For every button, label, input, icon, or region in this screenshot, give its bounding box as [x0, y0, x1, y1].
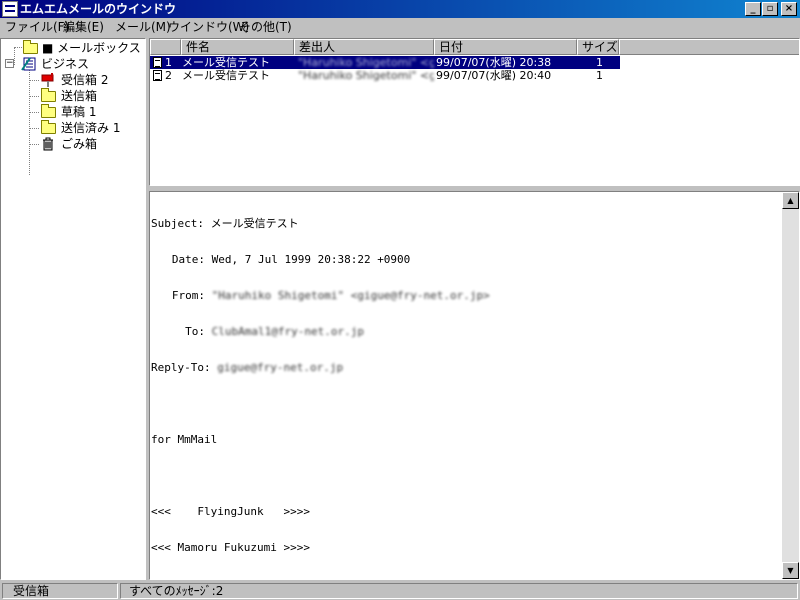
close-button[interactable]: ×: [781, 2, 797, 16]
vertical-scrollbar[interactable]: ▲ ▼: [782, 192, 799, 579]
folder-tree[interactable]: ■ メールボックス − ビジネス 受信箱 2 送信箱 草稿 1 送信済み 1 ご…: [0, 38, 146, 580]
menu-edit[interactable]: 編集(E): [62, 20, 105, 35]
tree-label: 受信箱 2: [61, 73, 109, 87]
folder-icon: [41, 88, 56, 102]
signature-line: <<< FlyingJunk >>>>: [151, 505, 310, 518]
scroll-down-arrow-icon[interactable]: ▼: [782, 562, 799, 579]
menu-file[interactable]: ファイル(F): [4, 20, 70, 35]
tree-label: ■ メールボックス: [42, 41, 141, 55]
title-bar[interactable]: エムエムメールのウインドウ _ ▫ ×: [0, 0, 800, 18]
message-sender: "Haruhiko Shigetomi" <gi..: [298, 56, 434, 69]
minimize-button[interactable]: _: [745, 2, 761, 16]
column-header-icon[interactable]: [150, 39, 181, 55]
header-from: From: "Haruhiko Shigetomi" <gigue@fry-ne…: [171, 289, 490, 302]
status-message-count: すべてのﾒｯｾｰｼﾞ:2: [120, 583, 798, 599]
message-sender: "Haruhiko Shigetomi" <gi..: [298, 69, 434, 82]
maximize-button[interactable]: ▫: [762, 2, 778, 16]
message-body[interactable]: Subject: メール受信テスト Date: Wed, 7 Jul 1999 …: [151, 194, 777, 578]
message-number: 1: [165, 56, 172, 69]
notebook-icon: [21, 57, 36, 71]
menu-bar: ファイル(F) 編集(E) メール(M) ウインドウ(W) その他(T): [0, 18, 800, 37]
message-row[interactable]: 1 メール受信テスト "Haruhiko Shigetomi" <gi.. 99…: [150, 56, 620, 69]
column-header-subject[interactable]: 件名: [181, 39, 294, 55]
mailbox-icon: [41, 73, 54, 87]
message-preview[interactable]: Subject: メール受信テスト Date: Wed, 7 Jul 1999 …: [149, 191, 800, 580]
window-title: エムエムメールのウインドウ: [20, 2, 177, 16]
message-number: 2: [165, 69, 172, 82]
column-header-date[interactable]: 日付: [434, 39, 577, 55]
message-date: 99/07/07(水曜) 20:38: [436, 56, 552, 69]
message-icon: [153, 70, 162, 81]
scroll-up-arrow-icon[interactable]: ▲: [782, 192, 799, 209]
tree-label: 草稿 1: [61, 105, 97, 119]
message-size: 1: [596, 56, 603, 69]
folder-icon: [41, 120, 56, 134]
menu-mail[interactable]: メール(M): [114, 20, 172, 35]
tree-label: 送信箱: [61, 89, 98, 103]
column-header-sender[interactable]: 差出人: [294, 39, 434, 55]
body-line: for MmMail: [151, 433, 218, 446]
status-bar: 受信箱 すべてのﾒｯｾｰｼﾞ:2: [0, 582, 800, 600]
header-subject: Subject: メール受信テスト: [151, 217, 299, 230]
message-icon: [153, 57, 162, 68]
message-size: 1: [596, 69, 603, 82]
message-subject: メール受信テスト: [182, 56, 270, 69]
trash-icon: [43, 137, 53, 151]
header-date: Date: Wed, 7 Jul 1999 20:38:22 +0900: [171, 253, 411, 266]
tree-label: ごみ箱: [61, 137, 98, 151]
column-header-size[interactable]: サイズ: [577, 39, 619, 55]
message-date: 99/07/07(水曜) 20:40: [436, 69, 552, 82]
signature-line: <<< Mamoru Fukuzumi >>>>: [151, 541, 310, 554]
tree-label: ビジネス: [41, 57, 90, 71]
collapse-toggle[interactable]: −: [5, 59, 14, 68]
header-reply-to: Reply-To: gigue@fry-net.or.jp: [151, 361, 344, 374]
message-row[interactable]: 2 メール受信テスト "Haruhiko Shigetomi" <gi.. 99…: [150, 69, 620, 82]
tree-label: 送信済み 1: [61, 121, 121, 135]
header-to: To: ClubAmal1@fry-net.or.jp: [185, 325, 364, 338]
folder-icon: [23, 40, 38, 54]
status-folder: 受信箱: [2, 583, 118, 599]
folder-icon: [41, 104, 56, 118]
list-header: 件名 差出人 日付 サイズ: [150, 39, 799, 55]
message-list[interactable]: 件名 差出人 日付 サイズ 1 メール受信テスト "Haruhiko Shige…: [149, 38, 800, 186]
menu-other[interactable]: その他(T): [238, 20, 293, 35]
app-icon[interactable]: [2, 1, 18, 17]
column-header-filler: [619, 39, 799, 55]
message-subject: メール受信テスト: [182, 69, 270, 82]
